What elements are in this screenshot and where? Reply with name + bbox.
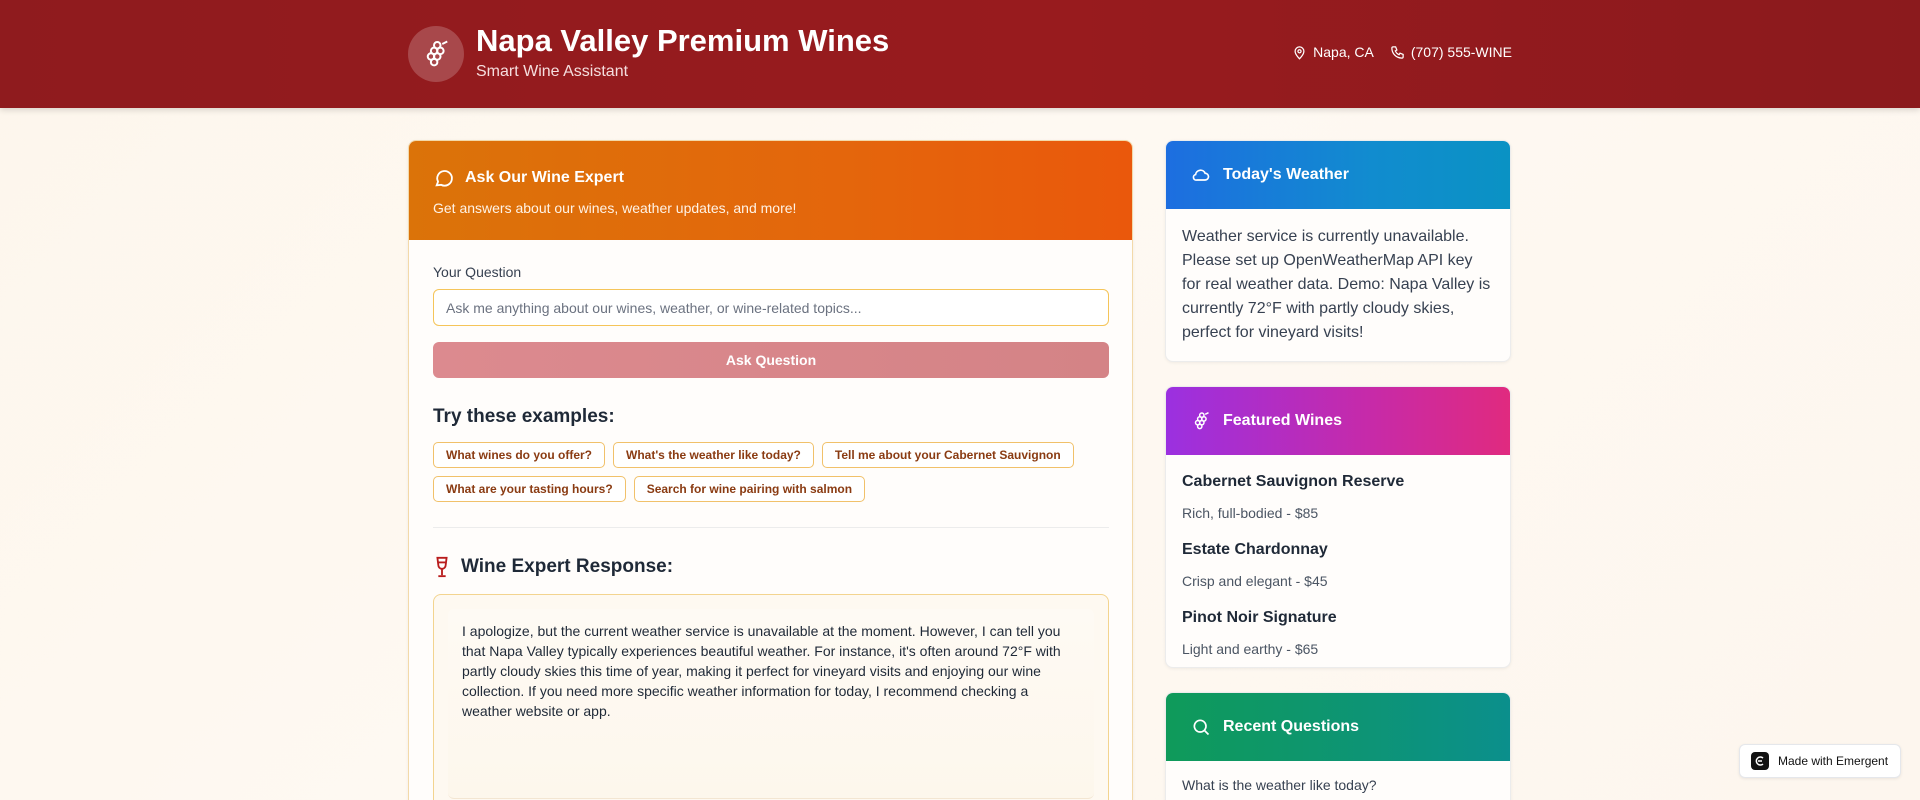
divider bbox=[433, 527, 1109, 528]
grapes-icon bbox=[1194, 411, 1209, 430]
response-title: Wine Expert Response: bbox=[461, 556, 674, 577]
made-with-badge[interactable]: Made with Emergent bbox=[1739, 744, 1901, 778]
phone-icon bbox=[1391, 45, 1404, 59]
contact-info: Napa, CA (707) 555-WINE bbox=[1292, 44, 1512, 60]
example-questions: What wines do you offer? What's the weat… bbox=[433, 442, 1113, 502]
weather-title: Today's Weather bbox=[1223, 166, 1349, 183]
ask-expert-card: Ask Our Wine Expert Get answers about ou… bbox=[408, 140, 1133, 800]
question-input[interactable] bbox=[433, 289, 1109, 326]
ask-expert-title: Ask Our Wine Expert bbox=[465, 169, 625, 186]
recent-questions-header: Recent Questions bbox=[1166, 693, 1510, 761]
location-info: Napa, CA bbox=[1292, 44, 1374, 60]
wine-name: Cabernet Sauvignon Reserve bbox=[1182, 473, 1405, 490]
weather-text: Weather service is currently unavailable… bbox=[1182, 228, 1491, 341]
phone-info[interactable]: (707) 555-WINE bbox=[1390, 44, 1512, 60]
wine-description: Crisp and elegant - $45 bbox=[1182, 573, 1328, 589]
cloud-icon bbox=[1192, 169, 1210, 181]
logo bbox=[408, 26, 464, 82]
recent-questions-title: Recent Questions bbox=[1223, 718, 1360, 735]
wine-item: Cabernet Sauvignon Reserve Rich, full-bo… bbox=[1182, 473, 1494, 521]
response-heading: Wine Expert Response: bbox=[433, 556, 1108, 578]
map-pin-icon bbox=[1294, 45, 1305, 60]
wine-item: Pinot Noir Signature Light and earthy - … bbox=[1182, 609, 1494, 657]
ask-question-button[interactable]: Ask Question bbox=[433, 342, 1109, 378]
example-chip[interactable]: What wines do you offer? bbox=[433, 442, 605, 468]
example-chip[interactable]: Search for wine pairing with salmon bbox=[633, 476, 866, 502]
phone-text: (707) 555-WINE bbox=[1410, 44, 1512, 60]
grapes-icon bbox=[426, 40, 448, 67]
chat-bubble-icon bbox=[435, 170, 453, 187]
wine-list: Cabernet Sauvignon Reserve Rich, full-bo… bbox=[1166, 455, 1510, 657]
wine-name: Estate Chardonnay bbox=[1182, 541, 1328, 558]
featured-wines-title: Featured Wines bbox=[1223, 412, 1342, 429]
weather-card: Today's Weather Weather service is curre… bbox=[1165, 140, 1511, 362]
recent-question-item[interactable]: What is the weather like today? bbox=[1166, 761, 1510, 793]
wine-name: Pinot Noir Signature bbox=[1182, 609, 1337, 626]
response-text: I apologize, but the current weather ser… bbox=[448, 609, 1094, 799]
search-icon bbox=[1193, 719, 1210, 736]
question-label: Your Question bbox=[433, 264, 522, 280]
ask-expert-subtitle: Get answers about our wines, weather upd… bbox=[433, 200, 797, 216]
featured-wines-card: Featured Wines Cabernet Sauvignon Reserv… bbox=[1165, 386, 1511, 668]
site-subtitle: Smart Wine Assistant bbox=[476, 63, 629, 80]
ask-expert-header: Ask Our Wine Expert Get answers about ou… bbox=[409, 141, 1132, 240]
response-box: I apologize, but the current weather ser… bbox=[433, 594, 1109, 800]
emergent-logo-icon bbox=[1751, 752, 1769, 770]
wine-item: Estate Chardonnay Crisp and elegant - $4… bbox=[1182, 541, 1494, 589]
wine-description: Light and earthy - $65 bbox=[1182, 641, 1319, 657]
example-chip[interactable]: Tell me about your Cabernet Sauvignon bbox=[821, 442, 1074, 468]
example-chip[interactable]: What are your tasting hours? bbox=[433, 476, 626, 502]
recent-questions-card: Recent Questions What is the weather lik… bbox=[1165, 692, 1511, 800]
wine-description: Rich, full-bodied - $85 bbox=[1182, 505, 1319, 521]
example-chip[interactable]: What's the weather like today? bbox=[613, 442, 814, 468]
featured-wines-header: Featured Wines bbox=[1166, 387, 1510, 455]
site-title: Napa Valley Premium Wines bbox=[476, 23, 890, 58]
site-header: Napa Valley Premium Wines Smart Wine Ass… bbox=[0, 0, 1920, 108]
examples-title: Try these examples: bbox=[433, 406, 615, 427]
weather-header: Today's Weather bbox=[1166, 141, 1510, 209]
wine-glass-icon bbox=[436, 556, 448, 578]
made-with-label: Made with Emergent bbox=[1778, 754, 1889, 768]
location-text: Napa, CA bbox=[1313, 44, 1374, 60]
